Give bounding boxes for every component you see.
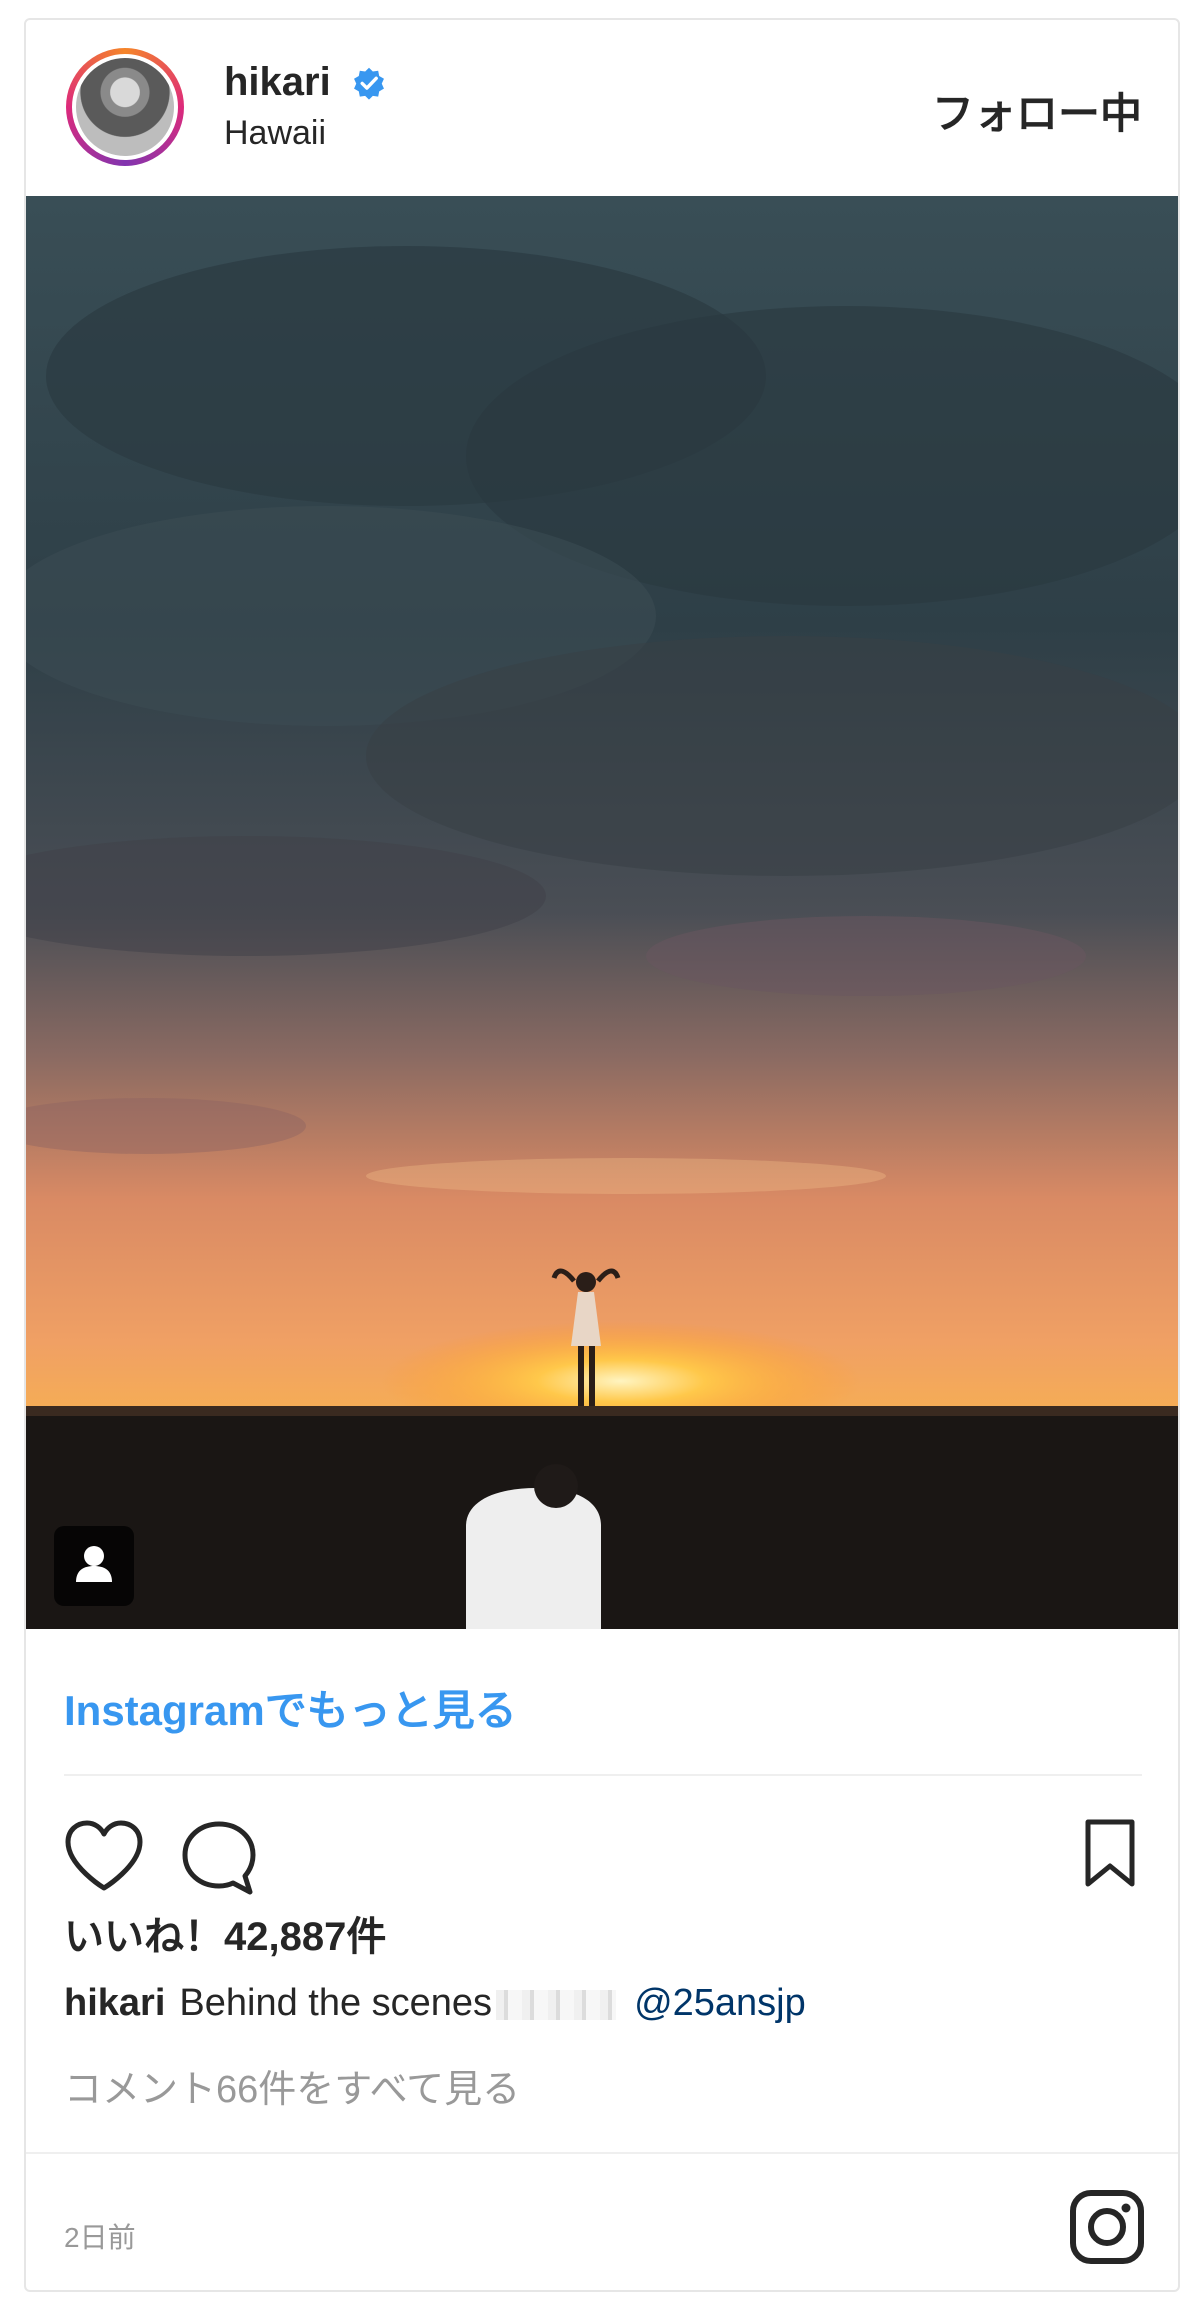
caption-emoji <box>496 1989 617 2020</box>
username[interactable]: hikari <box>224 60 331 105</box>
follow-button[interactable]: フォロー中 <box>932 80 1142 141</box>
post-header: hikari Hawaii フォロー中 <box>26 20 1178 194</box>
view-all-comments-link[interactable]: コメント66件をすべて見る <box>64 2058 520 2113</box>
user-tag-icon <box>76 1546 112 1582</box>
like-count[interactable]: いいね！42,887件 <box>64 1904 386 1962</box>
bookmark-icon[interactable] <box>1080 1818 1140 1890</box>
location[interactable]: Hawaii <box>224 114 326 153</box>
avatar-ring[interactable] <box>66 48 184 166</box>
caption-username[interactable]: hikari <box>64 1982 165 2024</box>
instagram-logo-icon[interactable] <box>1068 2188 1146 2266</box>
avatar[interactable] <box>72 54 178 160</box>
user-tag-button[interactable] <box>54 1526 134 1606</box>
view-more-on-instagram-link[interactable]: Instagramでもっと見る <box>64 1677 517 1738</box>
instagram-embed-card: hikari Hawaii フォロー中 Instagramでもっと見る いいね！… <box>24 18 1180 2292</box>
divider <box>26 2152 1178 2154</box>
post-timestamp: 2日前 <box>64 2222 136 2253</box>
divider <box>64 1774 1142 1776</box>
verified-badge-icon <box>354 67 384 100</box>
heart-icon[interactable] <box>62 1818 146 1896</box>
post-photo[interactable] <box>26 196 1178 1629</box>
caption: hikari Behind the scenes @25ansjp <box>64 1982 806 2025</box>
caption-text: Behind the scenes <box>179 1982 493 2024</box>
comment-bubble-icon[interactable] <box>178 1818 260 1900</box>
caption-mention-link[interactable]: @25ansjp <box>634 1982 806 2024</box>
